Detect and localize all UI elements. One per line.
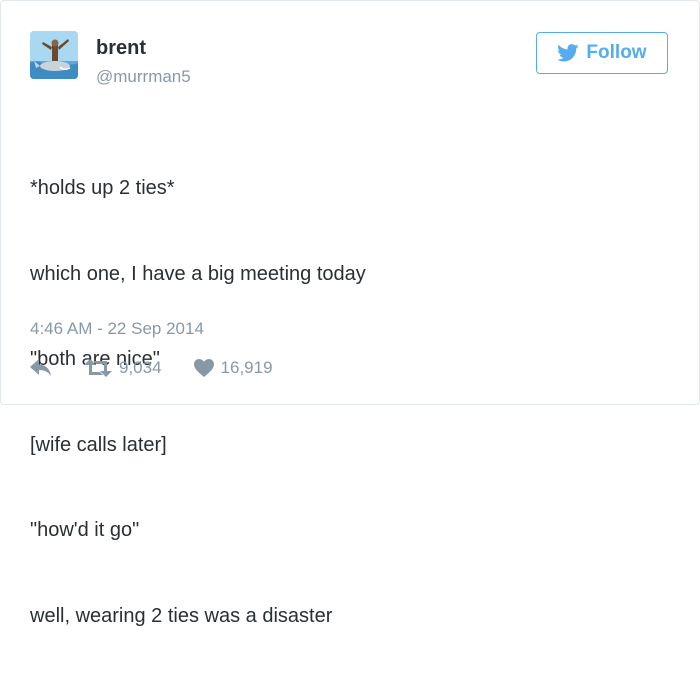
tweet-line: *holds up 2 ties* [30,177,175,199]
twitter-bird-icon [557,44,579,62]
tweet-timestamp[interactable]: 4:46 AM - 22 Sep 2014 [30,319,204,339]
avatar[interactable] [30,31,78,79]
display-name[interactable]: brent [96,37,146,60]
tweet-line: well, wearing 2 ties was a disaster [30,604,333,627]
reply-button[interactable] [30,359,52,377]
retweet-icon [84,359,112,377]
retweet-count: 9,034 [119,358,162,377]
reply-icon [30,359,51,376]
tweet-card: brent @murrman5 Follow *holds up 2 ties*… [0,0,700,627]
heart-icon [193,359,214,377]
tweet-actions: 9,034 16,919 [30,358,273,378]
tweet-text: *holds up 2 ties* which one, I have a bi… [30,117,366,687]
tweet-line: "how'd it go" [30,519,140,541]
user-handle[interactable]: @murrman5 [96,67,191,87]
follow-button[interactable]: Follow [536,32,668,74]
retweet-button[interactable]: 9,034 [84,358,162,378]
tweet-line: [wife calls later] [30,433,167,456]
like-count: 16,919 [220,358,273,377]
follow-label: Follow [586,42,647,63]
like-button[interactable]: 16,919 [193,358,273,378]
tweet-line: which one, I have a big meeting today [30,262,366,285]
avatar-image [30,31,78,79]
